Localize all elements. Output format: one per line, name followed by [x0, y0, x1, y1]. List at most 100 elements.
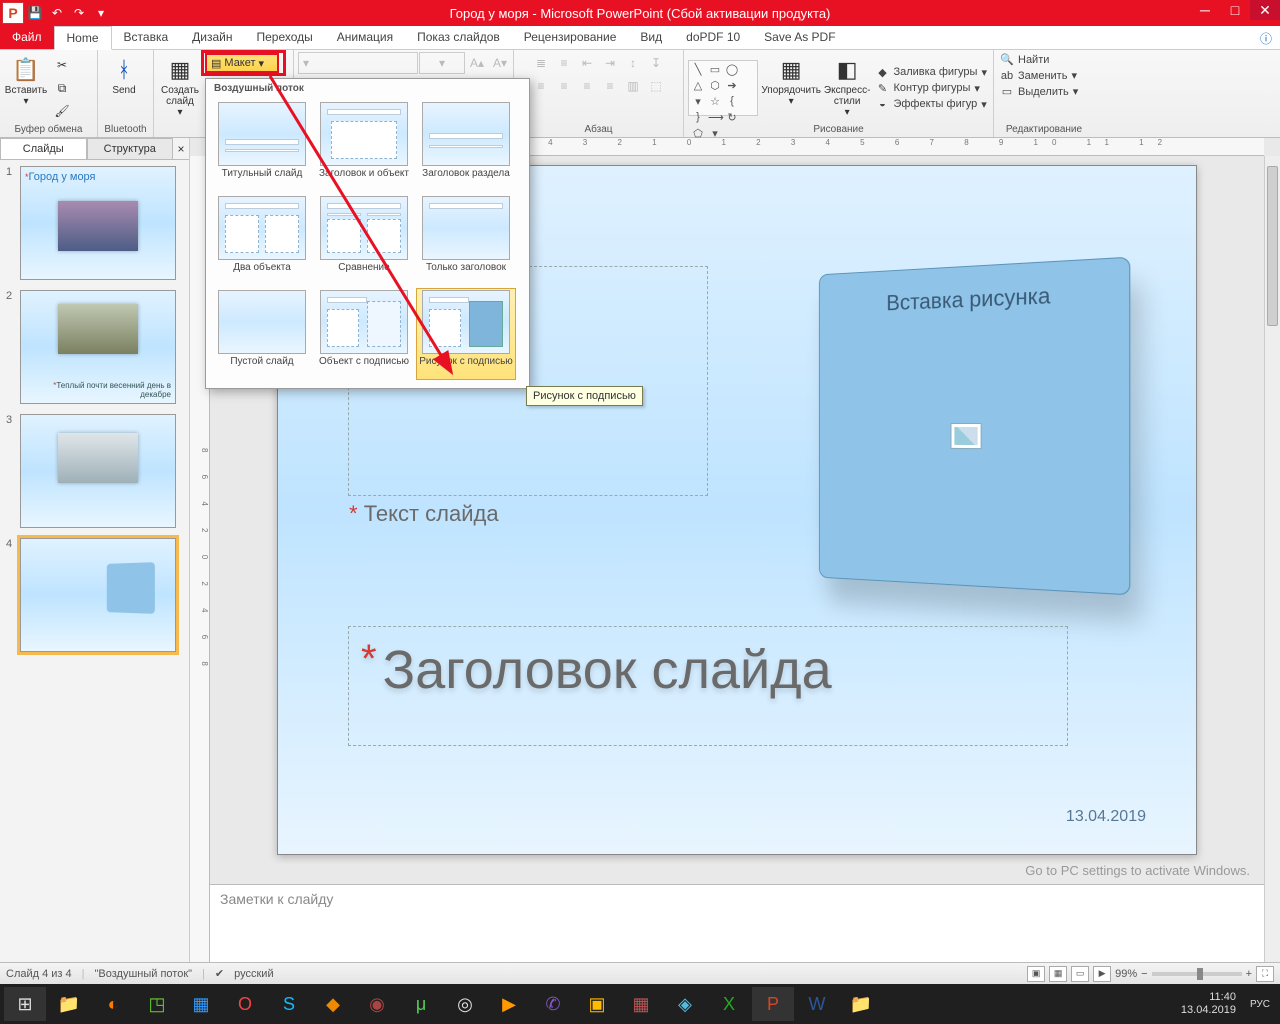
tab-view[interactable]: Вид	[628, 26, 674, 49]
tab-file[interactable]: Файл	[0, 26, 54, 49]
columns-icon[interactable]: ▥	[622, 75, 644, 97]
layout-title-only[interactable]: Только заголовок	[416, 194, 516, 286]
insert-picture-icon[interactable]	[951, 423, 982, 449]
font-size-combo[interactable]: ▾	[419, 52, 465, 74]
taskbar-app7-icon[interactable]: ◈	[664, 987, 706, 1021]
zoom-slider[interactable]	[1152, 972, 1242, 976]
new-slide-button[interactable]: ▦Создать слайд▾	[158, 55, 202, 121]
justify-icon[interactable]: ≡	[599, 75, 621, 97]
shape-effects-button[interactable]: ◒Эффекты фигур▾	[873, 97, 989, 112]
taskbar-app6-icon[interactable]: ▦	[620, 987, 662, 1021]
bullets-icon[interactable]: ≣	[530, 52, 552, 74]
maximize-button[interactable]: □	[1220, 0, 1250, 20]
arrange-button[interactable]: ▦Упорядочить▾	[761, 55, 821, 121]
tab-animation[interactable]: Анимация	[325, 26, 405, 49]
indent-dec-icon[interactable]: ⇤	[576, 52, 598, 74]
taskbar-excel-icon[interactable]: X	[708, 987, 750, 1021]
qat-dropdown-icon[interactable]: ▾	[90, 2, 112, 24]
taskbar-powerpoint-icon[interactable]: P	[752, 987, 794, 1021]
panel-close-icon[interactable]: ×	[173, 138, 189, 159]
line-spacing-icon[interactable]: ↕	[622, 52, 644, 74]
taskbar-explorer2-icon[interactable]: 📁	[840, 987, 882, 1021]
cut-icon[interactable]: ✂	[51, 54, 73, 76]
taskbar-clock[interactable]: 11:4013.04.2019	[1181, 991, 1242, 1017]
layout-two-content[interactable]: Два объекта	[212, 194, 312, 286]
redo-icon[interactable]: ↷	[68, 2, 90, 24]
quick-styles-button[interactable]: ◧Экспресс-стили▾	[824, 55, 871, 121]
layout-content-caption[interactable]: Объект с подписью	[314, 288, 414, 380]
layout-title-slide[interactable]: Титульный слайд	[212, 100, 312, 192]
align-right-icon[interactable]: ≡	[576, 75, 598, 97]
thumbnail-2[interactable]: *Теплый почти весенний день в декабре	[20, 290, 176, 404]
layout-title-content[interactable]: Заголовок и объект	[314, 100, 414, 192]
grow-font-icon[interactable]: A▴	[466, 52, 488, 74]
send-button[interactable]: ᚼSend	[102, 55, 146, 121]
zoom-in-icon[interactable]: +	[1246, 968, 1252, 980]
shrink-font-icon[interactable]: A▾	[489, 52, 511, 74]
taskbar-app-icon[interactable]: ◳	[136, 987, 178, 1021]
spellcheck-icon[interactable]: ✔	[215, 967, 224, 980]
undo-icon[interactable]: ↶	[46, 2, 68, 24]
tab-slideshow[interactable]: Показ слайдов	[405, 26, 512, 49]
tab-insert[interactable]: Вставка	[112, 26, 181, 49]
start-button[interactable]: ⊞	[4, 987, 46, 1021]
panel-tab-slides[interactable]: Слайды	[0, 138, 87, 159]
layout-section-header[interactable]: Заголовок раздела	[416, 100, 516, 192]
taskbar-viber-icon[interactable]: ✆	[532, 987, 574, 1021]
tab-review[interactable]: Рецензирование	[512, 26, 629, 49]
shapes-gallery[interactable]: ╲▭◯△⬡➔▾ ☆{}⟶↻⬠▾	[688, 60, 758, 116]
layout-comparison[interactable]: Сравнение	[314, 194, 414, 286]
taskbar-firefox-icon[interactable]: ◐	[92, 987, 134, 1021]
thumbnail-1[interactable]: *Город у моря	[20, 166, 176, 280]
taskbar-skype-icon[interactable]: S	[268, 987, 310, 1021]
scrollbar-vertical[interactable]	[1264, 156, 1280, 984]
numbering-icon[interactable]: ≡	[553, 52, 575, 74]
save-icon[interactable]: 💾	[24, 2, 46, 24]
taskbar-language[interactable]: РУС	[1244, 999, 1276, 1010]
tab-dopdf[interactable]: doPDF 10	[674, 26, 752, 49]
view-normal-icon[interactable]: ▣	[1027, 966, 1045, 982]
taskbar-explorer-icon[interactable]: 📁	[48, 987, 90, 1021]
align-left-icon[interactable]: ≡	[530, 75, 552, 97]
select-button[interactable]: ▭Выделить▾	[998, 84, 1080, 99]
taskbar-chrome-icon[interactable]: ◎	[444, 987, 486, 1021]
panel-tab-outline[interactable]: Структура	[87, 138, 174, 159]
align-center-icon[interactable]: ≡	[553, 75, 575, 97]
smartart-icon[interactable]: ⬚	[645, 75, 667, 97]
tab-transitions[interactable]: Переходы	[244, 26, 324, 49]
view-slideshow-icon[interactable]: ▶	[1093, 966, 1111, 982]
layout-blank[interactable]: Пустой слайд	[212, 288, 312, 380]
placeholder-title[interactable]: *Заголовок слайда	[348, 626, 1068, 746]
thumbnail-3[interactable]	[20, 414, 176, 528]
thumbnail-list[interactable]: 1 *Город у моря 2 *Теплый почти весенний…	[0, 160, 189, 984]
tab-design[interactable]: Дизайн	[180, 26, 244, 49]
taskbar-app3-icon[interactable]: ◆	[312, 987, 354, 1021]
taskbar-torrent-icon[interactable]: μ	[400, 987, 442, 1021]
taskbar-opera-icon[interactable]: O	[224, 987, 266, 1021]
paste-button[interactable]: 📋Вставить▾	[4, 55, 48, 121]
taskbar-aimp-icon[interactable]: ▶	[488, 987, 530, 1021]
taskbar-word-icon[interactable]: W	[796, 987, 838, 1021]
zoom-out-icon[interactable]: −	[1141, 968, 1147, 980]
tab-home[interactable]: Home	[54, 26, 112, 50]
view-sorter-icon[interactable]: ▦	[1049, 966, 1067, 982]
shape-outline-button[interactable]: ✎Контур фигуры▾	[873, 81, 989, 96]
indent-inc-icon[interactable]: ⇥	[599, 52, 621, 74]
shape-fill-button[interactable]: ◆Заливка фигуры▾	[873, 65, 989, 80]
find-button[interactable]: 🔍Найти	[998, 52, 1051, 67]
text-direction-icon[interactable]: ↧	[645, 52, 667, 74]
view-reading-icon[interactable]: ▭	[1071, 966, 1089, 982]
layout-picture-caption[interactable]: Рисунок с подписью	[416, 288, 516, 380]
minimize-button[interactable]: ─	[1190, 0, 1220, 20]
status-language[interactable]: русский	[234, 968, 273, 980]
thumbnail-4[interactable]	[20, 538, 176, 652]
taskbar-app2-icon[interactable]: ▦	[180, 987, 222, 1021]
help-icon[interactable]: ⓘ	[1252, 26, 1280, 49]
replace-button[interactable]: abЗаменить▾	[998, 68, 1079, 83]
taskbar-app4-icon[interactable]: ◉	[356, 987, 398, 1021]
font-combo[interactable]: ▾	[298, 52, 418, 74]
format-painter-icon[interactable]: 🖌	[51, 100, 73, 122]
close-button[interactable]: ✕	[1250, 0, 1280, 20]
taskbar-app5-icon[interactable]: ▣	[576, 987, 618, 1021]
tab-savepdf[interactable]: Save As PDF	[752, 26, 847, 49]
